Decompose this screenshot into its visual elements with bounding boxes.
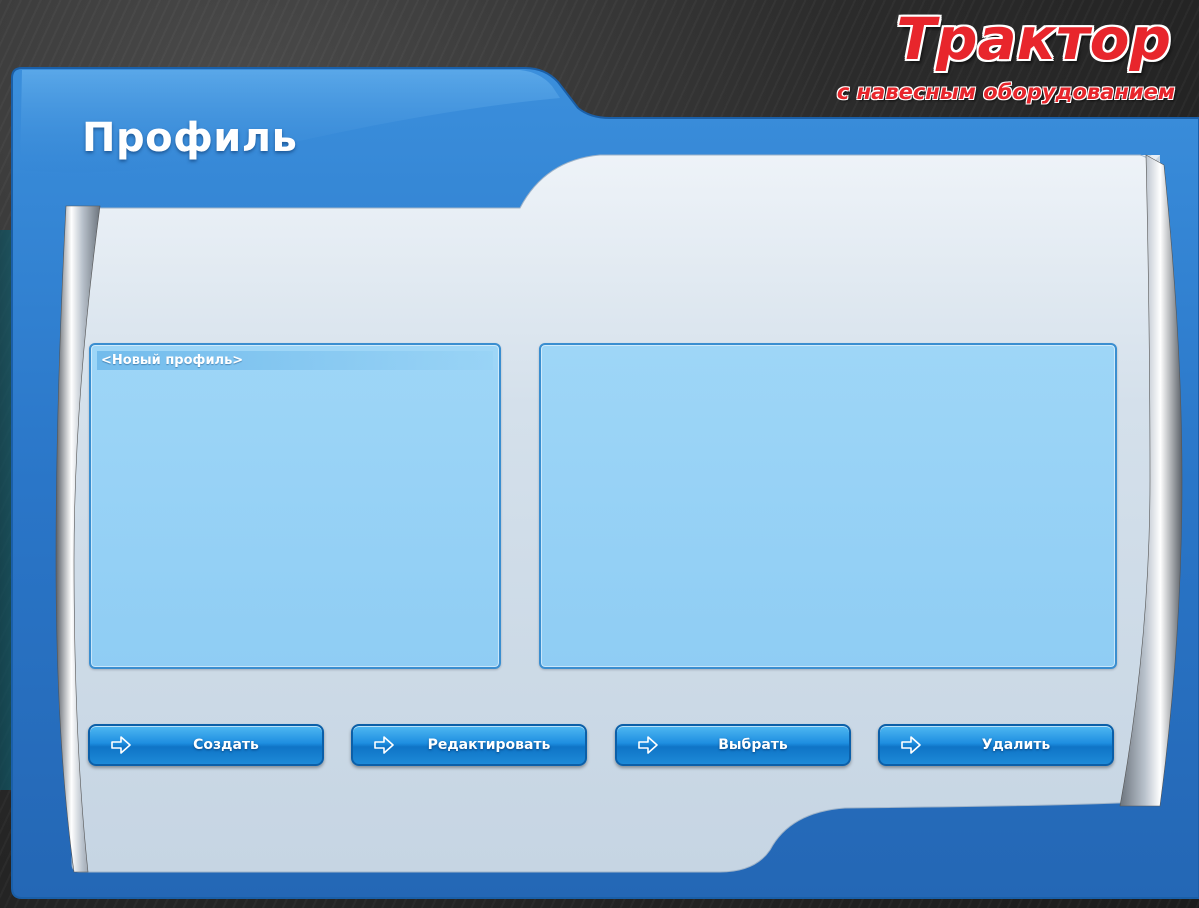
edit-button[interactable]: Редактировать	[351, 724, 587, 766]
arrow-right-outline-icon	[901, 736, 921, 754]
select-button[interactable]: Выбрать	[615, 724, 851, 766]
delete-button[interactable]: Удалить	[878, 724, 1114, 766]
logo-title: Трактор	[896, 5, 1171, 73]
profile-list[interactable]: <Новый профиль>	[89, 343, 501, 669]
logo-subtitle: с навесным оборудованием	[836, 80, 1175, 104]
arrow-right-outline-icon	[374, 736, 394, 754]
edit-button-label: Редактировать	[427, 737, 551, 753]
select-button-label: Выбрать	[718, 737, 788, 753]
profile-list-item-new[interactable]: <Новый профиль>	[97, 351, 493, 370]
create-button[interactable]: Создать	[88, 724, 324, 766]
arrow-right-outline-icon	[638, 736, 658, 754]
delete-button-label: Удалить	[981, 737, 1051, 753]
create-button-label: Создать	[193, 737, 259, 753]
arrow-right-outline-icon	[111, 736, 131, 754]
page-title: Профиль	[82, 115, 298, 161]
profile-details-panel	[539, 343, 1117, 669]
